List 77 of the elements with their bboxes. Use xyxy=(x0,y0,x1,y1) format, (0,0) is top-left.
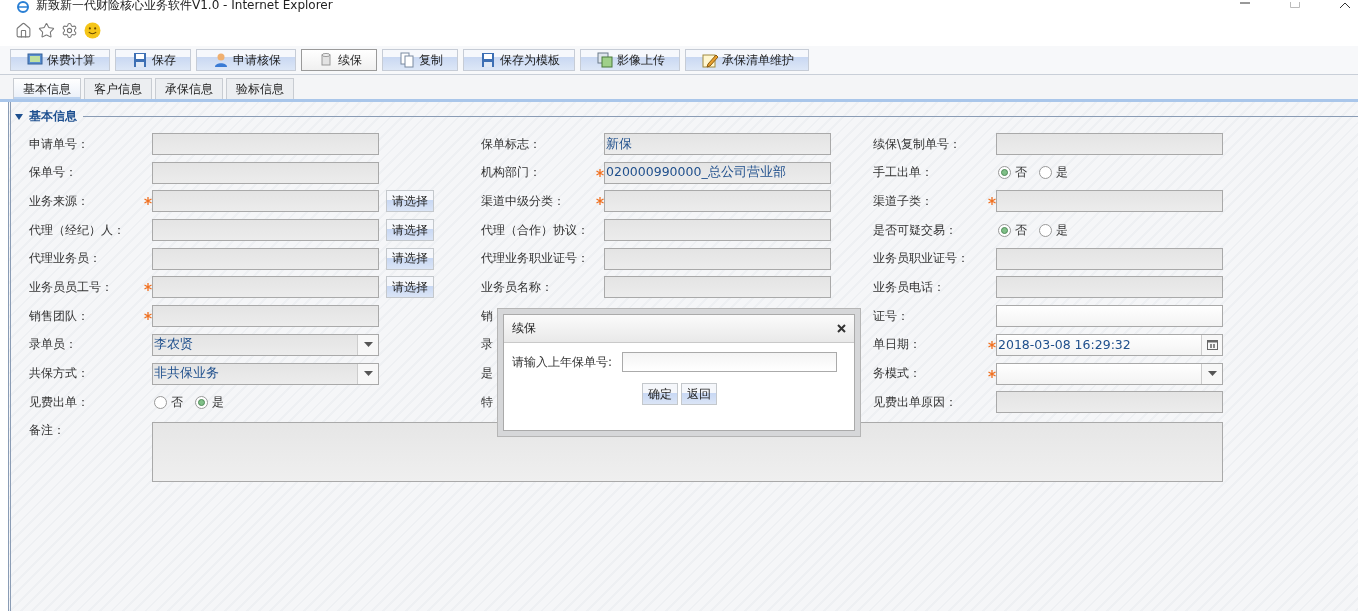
field-label: 保单号： xyxy=(29,164,77,182)
toolbar-button[interactable]: 影像上传 xyxy=(580,49,680,71)
field-label: 渠道子类： xyxy=(873,192,933,210)
caret-down-icon xyxy=(1207,371,1217,376)
radio-option[interactable]: 否 xyxy=(998,221,1027,239)
field-label: 是 xyxy=(481,365,493,382)
monitor-icon xyxy=(27,52,43,68)
field-label: 录 xyxy=(481,336,493,354)
field-label: 业务员员工号： xyxy=(29,278,113,296)
field-label: 特 xyxy=(481,393,493,411)
field-label: 代理（经纪）人： xyxy=(29,221,125,239)
field-label: 手工出单： xyxy=(873,164,933,182)
close-button[interactable] xyxy=(837,324,846,333)
policy-number-input[interactable] xyxy=(622,352,838,372)
dialog-button[interactable]: 返回 xyxy=(680,383,717,405)
picture-stack-icon xyxy=(597,52,613,68)
tab[interactable]: 验标信息 xyxy=(226,78,294,99)
field-label: 业务员职业证号： xyxy=(873,250,969,268)
field-label: 务模式： xyxy=(873,365,921,382)
field-label: 备注： xyxy=(29,422,65,440)
field-label: 销售团队： xyxy=(29,307,89,325)
radio-option[interactable]: 是 xyxy=(1039,164,1068,182)
field-label: 代理业务员： xyxy=(29,250,101,268)
toolbar-button[interactable]: 续保 xyxy=(301,49,377,71)
pencil-note-icon xyxy=(702,52,718,68)
field-label: 证号： xyxy=(873,307,909,325)
toolbar-button[interactable]: 复制 xyxy=(382,49,458,71)
radio-option[interactable]: 否 xyxy=(154,393,183,411)
toolbar-button[interactable]: 保费计算 xyxy=(10,49,110,71)
field-label: 保单标志： xyxy=(481,135,541,153)
person-icon xyxy=(213,52,229,68)
field-label: 业务员电话： xyxy=(873,278,945,296)
calendar-icon xyxy=(1206,339,1218,350)
field-label: 代理业务职业证号： xyxy=(481,250,589,268)
browser-logo-icon xyxy=(16,1,30,13)
field-label: 见费出单原因： xyxy=(873,393,957,411)
field-label: 渠道中级分类： xyxy=(481,192,565,210)
smiley-icon[interactable] xyxy=(84,21,101,39)
toolbar-button[interactable]: 保存 xyxy=(115,49,191,71)
field-label: 见费出单： xyxy=(29,393,89,411)
field-label: 业务员名称： xyxy=(481,278,553,296)
text-field[interactable] xyxy=(996,305,1223,328)
minimize-icon xyxy=(1240,2,1250,6)
field-label: 销 xyxy=(481,307,493,325)
field-label: 单日期： xyxy=(873,336,921,354)
settings-icon[interactable] xyxy=(61,21,78,39)
radio-option[interactable]: 是 xyxy=(195,393,224,411)
toolbar-button[interactable]: 承保清单维护 xyxy=(685,49,809,71)
documents-icon xyxy=(399,52,415,68)
field-label: 请输入上年保单号: xyxy=(512,353,613,371)
field-label: 续保\复制单号： xyxy=(873,135,962,153)
dialog-title: 续保 xyxy=(512,320,536,337)
tab[interactable]: 客户信息 xyxy=(84,78,152,99)
section-title[interactable]: 基本信息 xyxy=(29,108,77,125)
date-field[interactable]: 2018-03-08 16:29:32 xyxy=(996,333,1223,356)
caret-down-icon xyxy=(363,371,373,376)
dialog-button[interactable]: 确定 xyxy=(641,383,678,405)
star-icon[interactable] xyxy=(38,21,55,39)
field-label: 是否可疑交易： xyxy=(873,221,957,239)
field-label: 机构部门： xyxy=(481,164,541,182)
caret-down-icon xyxy=(363,342,373,348)
tab[interactable]: 承保信息 xyxy=(155,78,223,99)
radio-option[interactable]: 是 xyxy=(1039,221,1068,239)
tab[interactable]: 基本信息 xyxy=(13,78,81,99)
field-label: 代理（合作）协议： xyxy=(481,221,589,239)
field-label: 申请单号： xyxy=(29,135,89,153)
toolbar-button[interactable]: 保存为模板 xyxy=(463,49,575,71)
maximize-icon xyxy=(1290,2,1300,8)
field-label: 录单员： xyxy=(29,336,77,354)
field-label: 业务来源： xyxy=(29,192,89,210)
select-field[interactable] xyxy=(996,362,1223,385)
home-icon[interactable] xyxy=(15,21,32,39)
toolbar-button[interactable]: 申请核保 xyxy=(196,49,296,71)
triangle-down-icon xyxy=(15,112,23,121)
radio-option[interactable]: 否 xyxy=(998,164,1027,182)
field-label: 共保方式： xyxy=(29,365,89,382)
cylinder-icon xyxy=(318,52,334,68)
